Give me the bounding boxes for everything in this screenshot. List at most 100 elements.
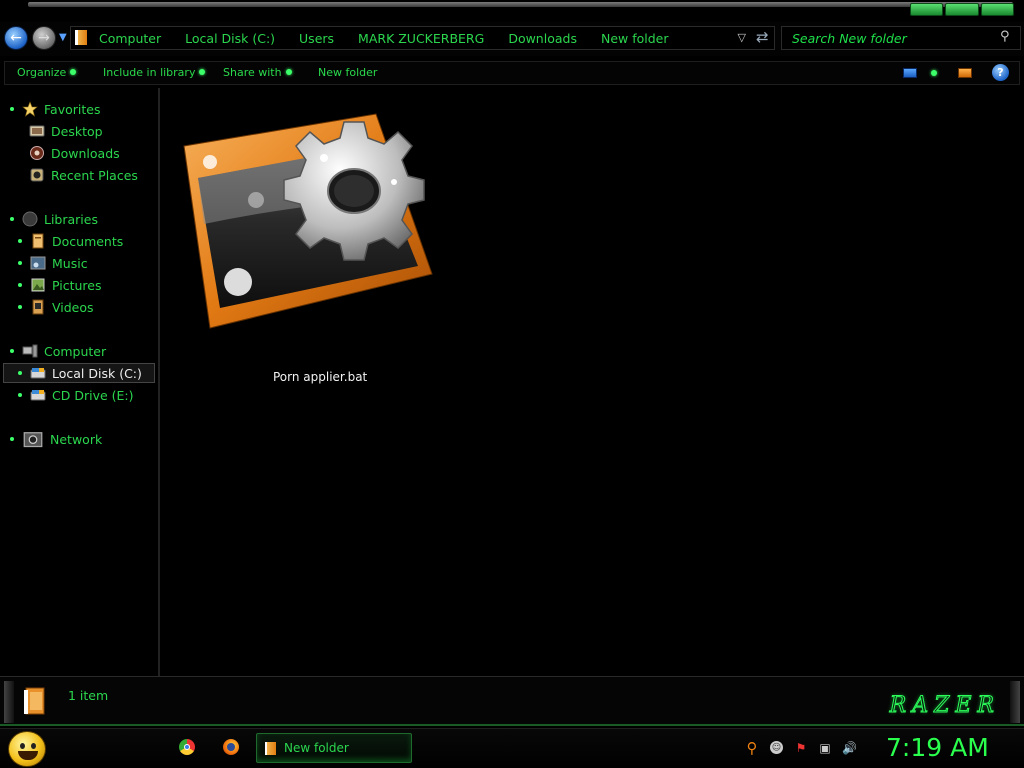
recent-places-icon — [30, 168, 44, 182]
computer-icon — [22, 344, 38, 358]
folder-icon — [265, 742, 276, 755]
breadcrumb-downloads[interactable]: Downloads — [508, 31, 577, 46]
sidebar-item-pictures[interactable]: Pictures — [18, 275, 102, 295]
sidebar-item-desktop[interactable]: Desktop — [29, 121, 103, 141]
network-icon — [23, 432, 43, 448]
sidebar-item-favorites[interactable]: Favorites — [10, 99, 100, 119]
action-center-flag-icon[interactable]: ⚑ — [794, 741, 808, 755]
firefox-icon[interactable] — [223, 739, 239, 755]
maximize-button[interactable] — [945, 3, 979, 16]
sidebar-label-pictures: Pictures — [52, 277, 102, 293]
smiley-icon — [18, 743, 38, 749]
close-button[interactable] — [980, 3, 1014, 16]
expand-dot-icon[interactable] — [18, 393, 22, 397]
sidebar-item-computer[interactable]: Computer — [10, 341, 106, 361]
dropdown-dot-icon — [285, 69, 292, 75]
sidebar-item-recent-places[interactable]: Recent Places — [29, 165, 138, 185]
details-pane-edge — [1010, 681, 1020, 723]
share-with-button[interactable]: Share with — [223, 66, 292, 79]
start-button[interactable] — [8, 731, 46, 767]
expand-dot-icon[interactable] — [10, 107, 14, 111]
dropdown-dot-icon — [199, 69, 206, 75]
batch-file-gear-icon — [183, 113, 433, 329]
view-options-dot-icon[interactable] — [931, 70, 937, 76]
file-name[interactable]: Porn applier.bat — [273, 370, 367, 384]
downloads-icon — [30, 146, 44, 160]
arrow-right-icon: → — [38, 30, 50, 46]
expand-dot-icon[interactable] — [10, 349, 14, 353]
sidebar-label-recent-places: Recent Places — [51, 167, 138, 183]
sidebar-label-downloads: Downloads — [51, 145, 120, 161]
back-button[interactable]: ← — [4, 26, 28, 50]
chrome-icon[interactable] — [179, 739, 195, 755]
documents-icon — [32, 233, 44, 249]
include-in-library-button[interactable]: Include in library — [103, 66, 206, 79]
breadcrumb-new-folder[interactable]: New folder — [601, 31, 669, 46]
taskbar-window-new-folder[interactable]: New folder — [256, 733, 412, 763]
sidebar-item-videos[interactable]: Videos — [18, 297, 94, 317]
sidebar-label-network: Network — [50, 431, 103, 447]
sidebar-label-computer: Computer — [44, 343, 107, 359]
recent-pages-dropdown[interactable]: ▼ — [59, 32, 67, 43]
sidebar-item-libraries[interactable]: Libraries — [10, 209, 98, 229]
organize-button[interactable]: Organize — [17, 66, 77, 79]
sidebar-item-network[interactable]: Network — [10, 429, 102, 449]
sidebar-label-videos: Videos — [52, 299, 94, 315]
videos-icon — [32, 299, 44, 315]
breadcrumb-user-folder[interactable]: MARK ZUCKERBERG — [358, 31, 484, 46]
network-status-icon[interactable]: ▣ — [818, 741, 832, 755]
window-caption-buttons — [910, 3, 1014, 16]
expand-dot-icon[interactable] — [18, 283, 22, 287]
search-placeholder: Search New folder — [792, 31, 907, 46]
help-icon[interactable]: ? — [992, 64, 1009, 81]
expand-dot-icon[interactable] — [10, 217, 14, 221]
messenger-icon[interactable]: ☺ — [770, 741, 783, 754]
clock[interactable]: 7:19 AM — [886, 733, 989, 762]
navigation-pane: Favorites Desktop Downloads Recent Place… — [0, 88, 160, 676]
taskbar: New folder ⚲ ☺ ⚑ ▣ 🔊 7:19 AM — [0, 728, 1024, 768]
volume-icon[interactable]: 🔊 — [842, 741, 857, 755]
expand-dot-icon[interactable] — [18, 371, 22, 375]
title-bar-strip — [28, 2, 1013, 7]
share-with-label: Share with — [223, 66, 282, 79]
search-icon[interactable]: ⚲ — [1000, 29, 1016, 45]
sidebar-label-desktop: Desktop — [51, 123, 103, 139]
breadcrumb-local-disk[interactable]: Local Disk (C:) — [185, 31, 275, 46]
sidebar-item-cd-drive-e[interactable]: CD Drive (E:) — [18, 385, 134, 405]
expand-dot-icon[interactable] — [18, 239, 22, 243]
music-icon — [30, 256, 46, 270]
sidebar-item-downloads[interactable]: Downloads — [29, 143, 120, 163]
chevron-down-icon[interactable]: ▽ — [738, 31, 746, 44]
sidebar-item-music[interactable]: Music — [18, 253, 88, 273]
sidebar-item-documents[interactable]: Documents — [18, 231, 123, 251]
sidebar-label-libraries: Libraries — [44, 211, 98, 227]
desktop-icon — [29, 125, 45, 137]
refresh-icon[interactable]: ⇄ — [756, 28, 774, 46]
expand-dot-icon[interactable] — [10, 437, 14, 441]
taskbar-window-label: New folder — [284, 741, 349, 755]
forward-button[interactable]: → — [32, 26, 56, 50]
minimize-button[interactable] — [910, 3, 944, 16]
preview-pane-icon[interactable] — [958, 68, 972, 78]
search-input[interactable]: Search New folder ⚲ — [781, 26, 1021, 50]
sidebar-label-favorites: Favorites — [44, 101, 101, 117]
new-folder-button[interactable]: New folder — [318, 66, 377, 79]
file-item[interactable]: Porn applier.bat — [180, 106, 450, 384]
item-count: 1 item — [68, 688, 109, 703]
razer-logo: RAZER — [889, 693, 1000, 719]
window-title-bar[interactable] — [0, 0, 1024, 22]
sidebar-label-music: Music — [52, 255, 88, 271]
address-bar[interactable]: Computer Local Disk (C:) Users MARK ZUCK… — [70, 26, 775, 50]
file-list-area[interactable]: Porn applier.bat — [162, 88, 1022, 676]
folder-icon — [24, 687, 45, 715]
change-view-icon[interactable] — [903, 68, 917, 78]
sidebar-label-cd-drive-e: CD Drive (E:) — [52, 387, 134, 403]
breadcrumb-computer[interactable]: Computer — [99, 31, 161, 46]
expand-dot-icon[interactable] — [18, 261, 22, 265]
sidebar-item-local-disk-c[interactable]: Local Disk (C:) — [3, 363, 155, 383]
breadcrumb-users[interactable]: Users — [299, 31, 334, 46]
search-icon[interactable]: ⚲ — [745, 741, 759, 756]
sidebar-label-documents: Documents — [52, 233, 124, 249]
expand-dot-icon[interactable] — [18, 305, 22, 309]
star-icon — [22, 101, 38, 117]
